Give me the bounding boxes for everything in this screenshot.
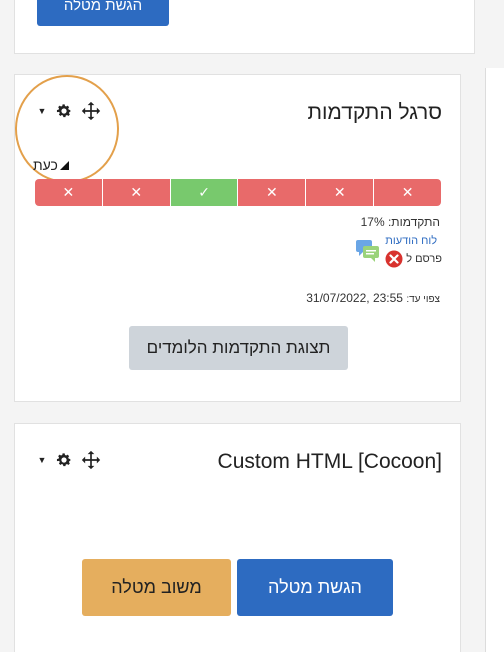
custom-html-block: Custom HTML [Cocoon] ▼ הגשת מטלה משוב מט… (14, 423, 461, 652)
gear-icon[interactable] (55, 451, 73, 469)
gear-icon[interactable] (55, 102, 73, 120)
progress-percentage: התקדמות: 17% (360, 215, 440, 229)
forum-link[interactable]: לוח הודעות (385, 235, 437, 247)
x-mark-icon: ✕ (401, 184, 414, 200)
top-submit-button[interactable]: הגשת מטלה (37, 0, 169, 26)
x-mark-icon: ✕ (333, 184, 346, 200)
block-controls: ▼ (37, 448, 101, 472)
x-mark-icon: ✕ (62, 184, 75, 200)
move-icon[interactable] (81, 101, 101, 121)
submit-assignment-button[interactable]: הגשת מטלה (237, 559, 393, 616)
progress-cell[interactable]: ✕ (374, 179, 441, 206)
progress-cell[interactable]: ✕ (35, 179, 103, 206)
progress-cell[interactable]: ✕ (102, 179, 171, 206)
progress-bar-block: סרגל התקדמות ▼ כעת ✕ ✕ ✓ ✕ ✕ ✕ התקדמות: … (14, 74, 461, 402)
progress-cell[interactable]: ✕ (306, 179, 375, 206)
due-date: 31/07/2022, 23:55 (306, 291, 403, 305)
right-panel (485, 68, 504, 652)
assignment-feedback-button[interactable]: משוב מטלה (82, 559, 231, 616)
block-title-custom: Custom HTML [Cocoon] (217, 450, 442, 473)
now-label: כעת (33, 157, 58, 173)
block-controls: ▼ (37, 99, 101, 123)
activity-info: לוח הודעות פרסם ל (355, 235, 442, 268)
due-label: צפוי עד: (406, 294, 440, 305)
check-mark-icon: ✓ (198, 184, 210, 200)
block-title-progress: סרגל התקדמות (307, 101, 442, 124)
caret-down-icon[interactable]: ▼ (37, 106, 47, 116)
top-card: הגשת מטלה (14, 0, 475, 54)
x-circle-icon (385, 250, 403, 268)
now-flag-icon (59, 160, 69, 170)
page: הגשת מטלה סרגל התקדמות ▼ כעת ✕ ✕ ✓ ✕ ✕ ✕… (0, 0, 504, 652)
due-date-row: צפוי עד: 31/07/2022, 23:55 (306, 291, 440, 305)
progress-cell[interactable]: ✕ (238, 179, 307, 206)
learner-progress-overview-button[interactable]: תצוגת התקדמות הלומדים (129, 326, 348, 370)
progress-bar: ✕ ✕ ✓ ✕ ✕ ✕ (35, 179, 441, 206)
progress-cell[interactable]: ✓ (170, 179, 239, 206)
move-icon[interactable] (81, 450, 101, 470)
posted-text: פרסם ל (406, 253, 442, 265)
forum-chat-icon (356, 240, 380, 262)
posted-row: פרסם ל (385, 250, 442, 268)
x-mark-icon: ✕ (266, 184, 278, 200)
x-mark-icon: ✕ (130, 184, 143, 200)
now-indicator: כעת (33, 157, 69, 173)
caret-down-icon[interactable]: ▼ (37, 455, 47, 465)
activity-texts: לוח הודעות פרסם ל (385, 235, 442, 268)
